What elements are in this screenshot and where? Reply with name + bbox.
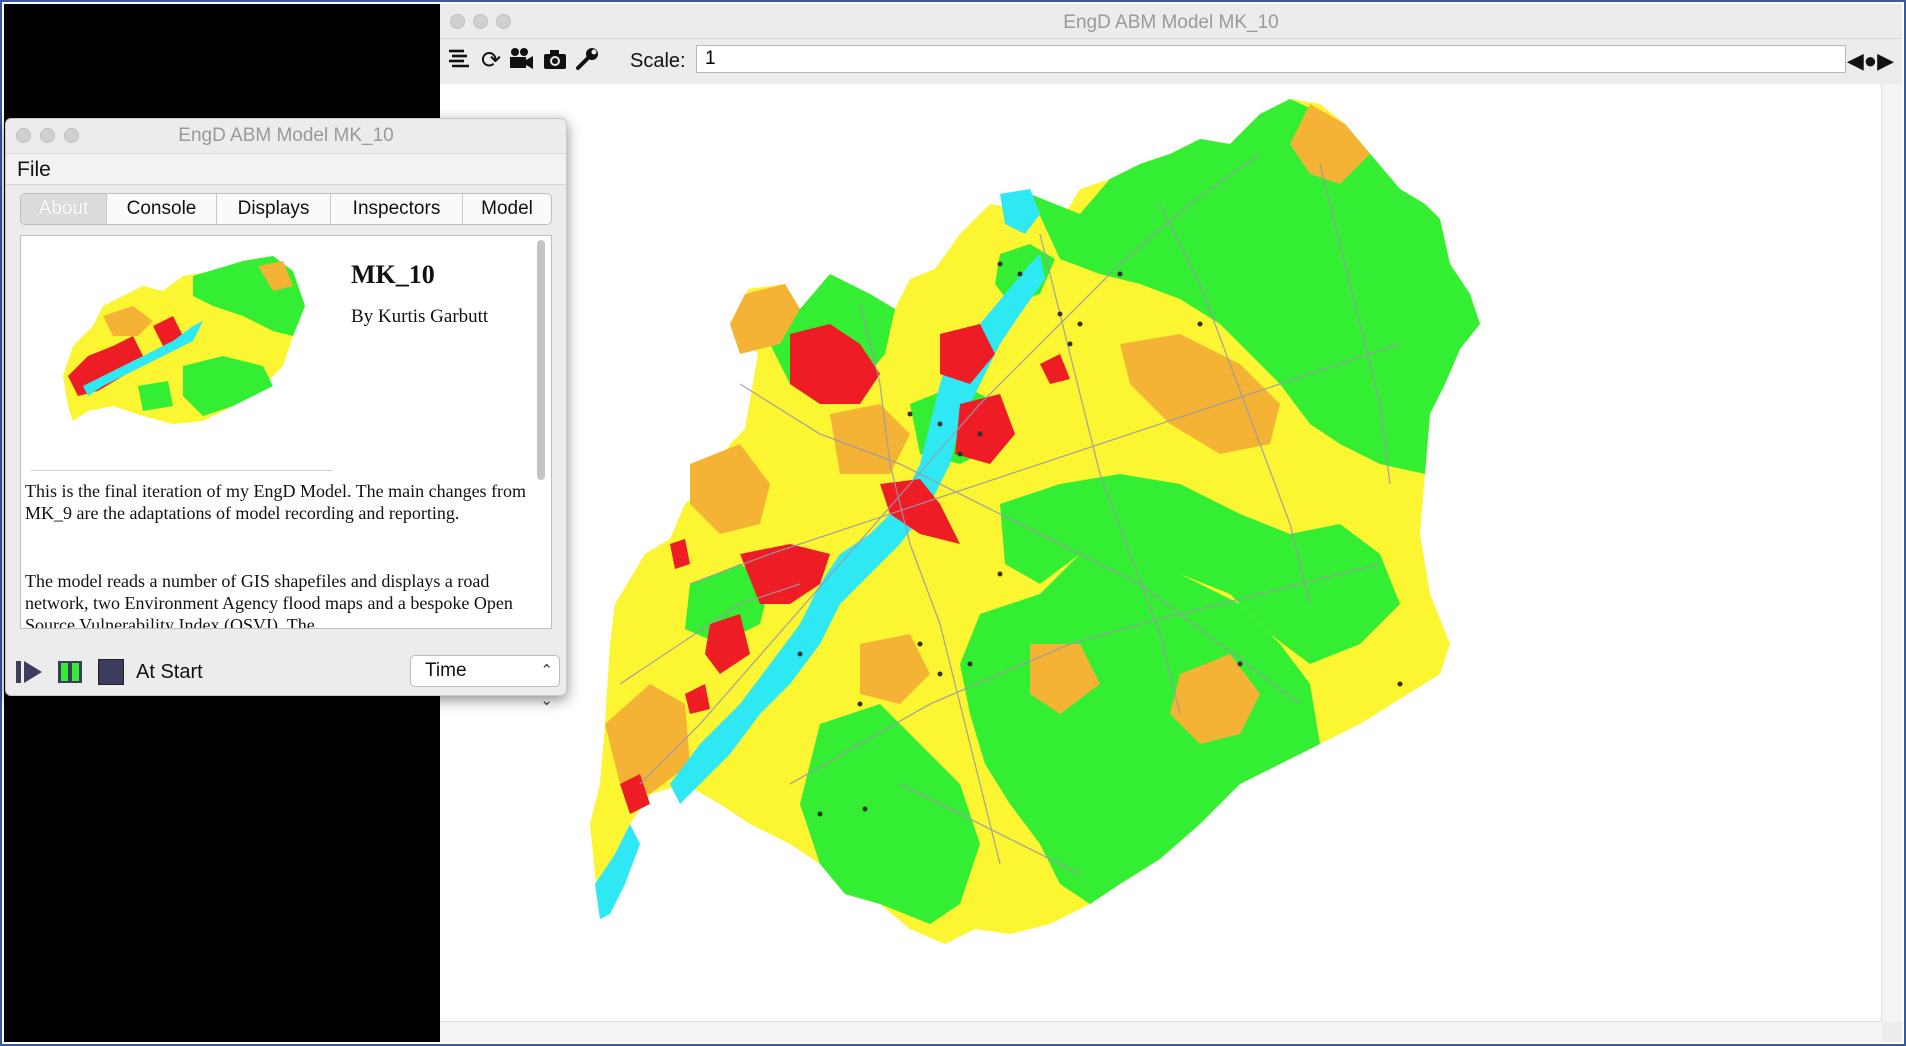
scale-input[interactable]: 1 [696, 45, 1846, 73]
stop-icon[interactable] [98, 659, 124, 685]
console-window: EngD ABM Model MK_10 File About Console … [5, 118, 567, 709]
map-horizontal-scrollbar[interactable] [440, 1021, 1882, 1042]
layers-icon[interactable] [444, 46, 474, 76]
map-vertical-scrollbar[interactable] [1881, 84, 1902, 1022]
play-icon[interactable] [14, 659, 44, 685]
pan-arrows-icon[interactable]: ◀●▶ [1847, 48, 1894, 74]
time-select-value: Time [425, 660, 467, 681]
time-select[interactable]: Time ⌃ ⌄ [410, 655, 560, 709]
model-thumbnail-image [63, 256, 305, 424]
display-window-title: EngD ABM Model MK_10 [1063, 12, 1279, 33]
tab-about[interactable]: About [21, 194, 107, 224]
console-menubar: File [6, 153, 566, 185]
refresh-icon[interactable]: ⟳ [476, 46, 506, 76]
movie-camera-icon[interactable] [506, 46, 536, 76]
tab-console[interactable]: Console [107, 194, 217, 224]
display-titlebar: EngD ABM Model MK_10 [440, 4, 1902, 39]
about-paragraph-1: This is the final iteration of my EngD M… [25, 481, 527, 523]
map-canvas[interactable] [440, 84, 1882, 1022]
about-panel: MK_10 By Kurtis Garbutt This is the fina… [20, 235, 552, 629]
display-toolbar: ⟳ Scale: 1 ◀●▶ [440, 40, 1902, 84]
model-byline: By Kurtis Garbutt [351, 306, 489, 327]
model-heading: MK_10 [351, 260, 435, 289]
tab-displays[interactable]: Displays [217, 194, 331, 224]
thumbnail-divider [31, 470, 333, 471]
simulation-status: At Start [136, 661, 203, 683]
chevron-updown-icon: ⌃ ⌄ [540, 662, 553, 709]
camera-icon[interactable] [540, 46, 570, 76]
pause-icon[interactable] [56, 659, 84, 685]
scale-label: Scale: [630, 50, 686, 72]
console-window-title: EngD ABM Model MK_10 [178, 125, 394, 146]
about-paragraph-2: The model reads a number of GIS shapefil… [25, 571, 513, 629]
tab-model[interactable]: Model [463, 194, 551, 224]
file-menu[interactable]: File [17, 158, 51, 182]
wrench-icon[interactable] [572, 46, 602, 76]
about-scrollbar[interactable] [537, 240, 545, 480]
display-window: EngD ABM Model MK_10 ⟳ Scale: 1 ◀●▶ [440, 4, 1902, 1042]
tab-inspectors[interactable]: Inspectors [331, 194, 463, 224]
console-tabs: About Console Displays Inspectors Model [20, 193, 552, 225]
